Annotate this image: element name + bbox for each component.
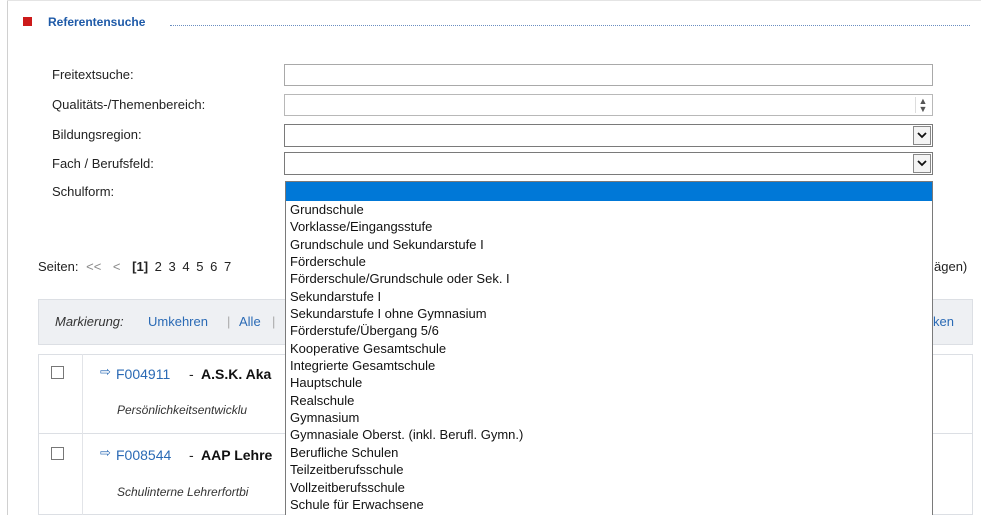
- schulform-option-empty[interactable]: [286, 182, 932, 201]
- result-id-link[interactable]: F004911: [116, 366, 170, 382]
- up-down-spinner-icon[interactable]: ▲ ▼: [915, 97, 930, 114]
- qualitaet-select[interactable]: ▲ ▼: [284, 94, 933, 116]
- prev-page-link[interactable]: <: [113, 259, 121, 274]
- result-subtitle: Schulinterne Lehrerfortbi: [117, 485, 249, 499]
- red-square-icon: [23, 17, 32, 26]
- arrow-right-box-icon: ⇨: [100, 445, 111, 460]
- pagination: Seiten: << < [1] 2 3 4 5 6 7: [38, 259, 231, 274]
- markierung-label: Markierung:: [55, 314, 124, 329]
- section-dotted-rule: [170, 25, 970, 26]
- invert-selection-link[interactable]: Umkehren: [148, 314, 208, 329]
- schulform-option[interactable]: Berufliche Schulen: [286, 444, 932, 461]
- schulform-option[interactable]: Vorklasse/Eingangsstufe: [286, 218, 932, 235]
- schulform-option[interactable]: Sekundarstufe I: [286, 288, 932, 305]
- schulform-option[interactable]: Gymnasiale Oberst. (inkl. Berufl. Gymn.): [286, 426, 932, 443]
- qualitaet-label: Qualitäts-/Themenbereich:: [52, 97, 206, 112]
- pager-right-text: ägen): [934, 259, 968, 274]
- page-link[interactable]: 5: [196, 259, 203, 274]
- result-dash: -: [189, 447, 194, 463]
- separator: |: [272, 314, 276, 329]
- chevron-down-icon[interactable]: [913, 154, 931, 173]
- result-id-link[interactable]: F008544: [116, 447, 171, 463]
- schulform-option[interactable]: Förderstufe/Übergang 5/6: [286, 322, 932, 339]
- section-title: Referentensuche: [48, 15, 146, 29]
- pager-label: Seiten:: [38, 259, 79, 274]
- schulform-option[interactable]: Schule für Erwachsene: [286, 496, 932, 513]
- schulform-option[interactable]: Sekundarstufe I ohne Gymnasium: [286, 305, 932, 322]
- freitext-input[interactable]: [284, 64, 933, 86]
- result-subtitle: Persönlichkeitsentwicklu: [117, 403, 248, 417]
- schulform-option[interactable]: Grundschule: [286, 201, 932, 218]
- schulform-option[interactable]: Förderschule: [286, 253, 932, 270]
- schulform-option[interactable]: Integrierte Gesamtschule: [286, 357, 932, 374]
- fach-label: Fach / Berufsfeld:: [52, 156, 154, 171]
- result-checkbox[interactable]: [51, 447, 64, 460]
- result-title[interactable]: A.S.K. Aka: [201, 366, 271, 382]
- schulform-dropdown-list[interactable]: Grundschule Vorklasse/Eingangsstufe Grun…: [285, 181, 933, 515]
- region-label: Bildungsregion:: [52, 127, 142, 142]
- schulform-option[interactable]: Kooperative Gesamtschule: [286, 340, 932, 357]
- result-dash: -: [189, 366, 194, 382]
- schulform-label: Schulform:: [52, 184, 115, 199]
- schulform-option[interactable]: Grundschule und Sekundarstufe I: [286, 236, 932, 253]
- chevron-down-icon[interactable]: [913, 126, 931, 145]
- result-checkbox[interactable]: [51, 366, 64, 379]
- panel-top-border: [7, 0, 981, 1]
- page-link[interactable]: 6: [210, 259, 217, 274]
- select-all-link[interactable]: Alle: [239, 314, 261, 329]
- separator: |: [227, 314, 231, 329]
- freitext-label: Freitextsuche:: [52, 67, 134, 82]
- page-link[interactable]: 7: [224, 259, 231, 274]
- schulform-option[interactable]: Teilzeitberufsschule: [286, 461, 932, 478]
- schulform-option[interactable]: Förderschule/Grundschule oder Sek. I: [286, 270, 932, 287]
- schulform-option[interactable]: Gymnasium: [286, 409, 932, 426]
- schulform-option[interactable]: Vollzeitberufsschule: [286, 479, 932, 496]
- current-page: [1]: [132, 259, 149, 274]
- fach-select[interactable]: [284, 152, 933, 175]
- page-link[interactable]: 2: [155, 259, 162, 274]
- first-page-link[interactable]: <<: [86, 259, 101, 274]
- page-link[interactable]: 4: [182, 259, 189, 274]
- result-title[interactable]: AAP Lehre: [201, 447, 272, 463]
- schulform-option[interactable]: Hauptschule: [286, 374, 932, 391]
- page-link[interactable]: 3: [169, 259, 176, 274]
- schulform-option[interactable]: Realschule: [286, 392, 932, 409]
- region-select[interactable]: [284, 124, 933, 147]
- panel-left-border: [7, 0, 8, 515]
- toolbar-right-link[interactable]: ken: [933, 314, 954, 329]
- arrow-right-box-icon: ⇨: [100, 364, 111, 379]
